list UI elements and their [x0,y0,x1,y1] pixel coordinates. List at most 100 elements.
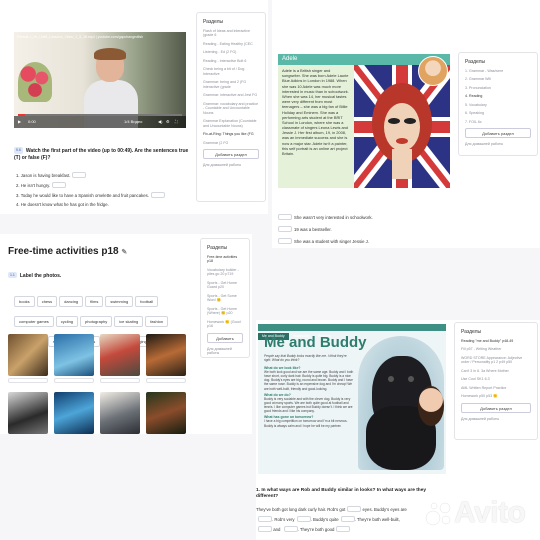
photo-cycling [100,334,140,376]
sidebar-title: Разделы [203,19,224,25]
sidebar-item[interactable]: Sports - Get Home Guard p20 [207,281,243,290]
homework-link[interactable]: Для домашней работы [461,417,531,421]
sidebar-item[interactable]: Flash of Ideas and interactive (grade 6 [203,29,259,38]
avito-watermark: Avito [424,496,526,530]
word-chip[interactable]: films [85,296,104,307]
photo-caption-box[interactable] [54,378,94,383]
answer-box[interactable] [278,238,292,244]
answer-box[interactable] [347,506,362,512]
statement-2: 2. He isn't hungry. [16,182,196,192]
statement-4: 4. He doesn't know what he has got in th… [16,202,109,207]
sections-sidebar: Разделы Reading "me and Buddy" p48-49 Fi… [454,322,538,440]
sections-sidebar: Разделы Free-time activities p18 Vocabul… [200,238,250,358]
fullscreen-icon[interactable]: ⛶ [175,119,178,124]
statements-list: 1. Jason is having breakfast. 2. He isn'… [16,172,196,212]
volume-icon[interactable]: ◀) [158,119,162,124]
answer-line-1: She wasn't very interested in schoolwork… [278,214,373,220]
answer-box[interactable] [72,172,87,178]
word-chip[interactable]: football [135,296,159,307]
edit-icon[interactable]: ✎ [121,249,127,256]
play-icon[interactable]: ▶ [18,119,21,124]
sidebar-item[interactable]: Use Cool SK1 6.3 [461,377,531,381]
question-badge: 1.1 [8,272,17,278]
sidebar-item[interactable]: Reading - Eating Healthy (CEC [203,42,259,46]
sidebar-item[interactable]: Vocabulary builder - piles go 20 p719 [207,268,243,277]
sidebar-item-active[interactable]: Free-time activities p18 [207,255,243,264]
sidebar-item[interactable]: 2. Grammar Will [465,77,531,81]
video-title: Friends 1_Hr_Unit5_Lesson4_Video_1_5_18.… [17,35,144,39]
question-text: 1. In what ways are Rob and Buddy simila… [256,488,427,500]
sidebar-item[interactable]: Grammar: interactive and Jest FG [203,93,259,97]
sidebar-item[interactable]: Homework 🙂 (Good p16 [207,320,243,329]
sidebar-item[interactable]: Sports - Get Some Word 🙂 [207,294,243,303]
answer-line-2: 19 was a bestseller. [278,226,332,232]
avito-logo-icon [425,502,451,526]
book-tabs: Me and Buddy Vocabulary Reading [258,324,446,340]
answer-box[interactable] [283,526,298,532]
word-chip[interactable]: cycling [55,316,79,327]
sidebar-item[interactable]: 1. Grammar - Was/were [465,69,531,73]
answer-box[interactable] [278,214,292,220]
sidebar-item-active[interactable]: 4. Reading [465,94,531,98]
sidebar-item[interactable]: Grammar: vocabulary and practice - Count… [203,102,259,115]
settings-icon[interactable]: ⚙ [166,119,170,124]
add-section-button[interactable]: Добавить раздел [203,149,259,160]
question-text: 5.6 Watch the first part of the video (up… [14,147,189,161]
sidebar-item[interactable]: Grammar: being and 2 (FG interactive (gr… [203,80,259,89]
answer-box[interactable] [258,516,272,522]
photo-caption-box[interactable] [146,378,186,383]
answer-box[interactable] [340,516,355,522]
speed-label[interactable]: 1/4 Видео [124,119,142,124]
homework-link[interactable]: Для домашней работы [203,163,259,167]
photo-athletics [146,334,186,376]
photo-swimmer [54,392,94,434]
word-chip[interactable]: swimming [105,296,134,307]
sidebar-item[interactable]: Listening - Ed (2 FG) [203,50,259,54]
answer-box[interactable] [52,182,67,188]
word-chip[interactable]: fashion [145,316,169,327]
answer-box[interactable] [150,192,165,198]
word-chip[interactable]: dancing [59,296,84,307]
sidebar-item[interactable]: Fill p57 - Writing Weather [461,347,531,351]
sidebar-item[interactable]: 6. Speaking [465,111,531,115]
sidebar-item[interactable]: WORD STORE Appearance: Adjective order /… [461,356,531,365]
sidebar-item[interactable]: Reading - Interactive Bolt 6 [203,59,259,63]
paragraph: I have a big competition on tomorrow and… [264,419,348,428]
answer-box[interactable] [278,226,292,232]
sidebar-item-active[interactable]: Reading "me and Buddy" p48-49 [461,339,531,343]
sidebar-item-active[interactable]: Fix-at-Ring: Things you like (FG [203,132,259,136]
photo-caption-box[interactable] [8,378,48,383]
sidebar-item[interactable]: Sports - Get Home (Where) 🙂 p20 [207,307,243,316]
word-chip[interactable]: computer games [14,316,54,327]
question-text: 1.1 Label the photos. [8,272,62,279]
add-section-button[interactable]: Добавить раздел [461,402,531,413]
sidebar-item[interactable]: 5. Vocabulary [465,103,531,107]
answer-box[interactable] [258,526,272,532]
homework-link[interactable]: Для домашней работы [207,347,243,355]
sections-sidebar: Разделы 1. Grammar - Was/were 2. Grammar… [458,52,538,156]
avito-wordmark: Avito [454,496,526,529]
sidebar-item[interactable]: Grammar (2 FG [203,141,259,145]
flowers-image [18,62,52,102]
answer-box[interactable] [336,526,351,532]
page-title: Free-time activities p18 ✎ [8,246,128,257]
answer-box[interactable] [296,516,311,522]
add-section-button[interactable]: Добавить [207,332,243,343]
question-badge: 5.6 [14,147,23,154]
sidebar-item[interactable]: Homework p50 p53 🙂 [461,394,531,398]
add-section-button[interactable]: Добавить раздел [465,128,531,139]
sidebar-item[interactable]: Can't 3 in 6. 3a Where Mother [461,369,531,373]
word-chip[interactable]: books [14,296,35,307]
video-player[interactable]: Friends 1_Hr_Unit5_Lesson4_Video_1_5_18.… [14,32,186,128]
word-chip[interactable]: photography [80,316,113,327]
sidebar-item[interactable]: AML Written Report Practice [461,386,531,390]
homework-link[interactable]: Для домашней работы [465,142,531,146]
sidebar-item[interactable]: 7. FOIL 6c [465,120,531,124]
photo-chess [8,334,48,376]
sidebar-item[interactable]: Check being a bit of / Dog Interactive [203,67,259,76]
sidebar-item[interactable]: Grammar Explanation (Countable and Uncou… [203,119,259,128]
word-chip[interactable]: ice skating [114,316,144,327]
photo-caption-box[interactable] [100,378,140,383]
word-chip[interactable]: chess [36,296,58,307]
sidebar-item[interactable]: 3. Pronunciation [465,86,531,90]
